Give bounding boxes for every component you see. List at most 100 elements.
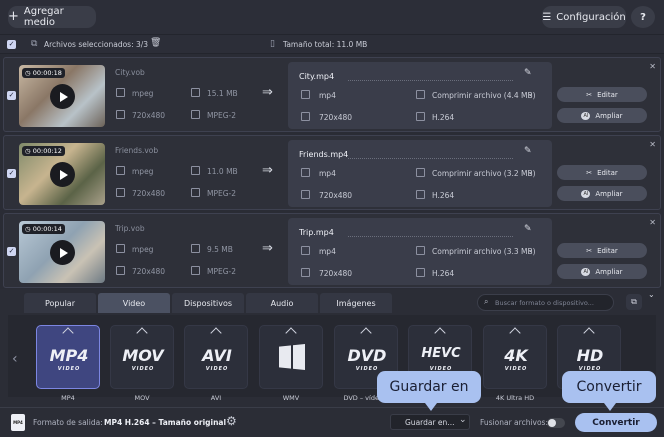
format-tile-mp4[interactable]: MP4 VIDEO bbox=[36, 325, 100, 389]
close-icon[interactable]: ✕ bbox=[649, 62, 656, 71]
tab-popular[interactable]: Popular bbox=[24, 293, 96, 313]
resolution-icon bbox=[116, 110, 125, 119]
file-checkbox[interactable]: ✓ bbox=[7, 169, 16, 178]
ai-icon: AI bbox=[581, 267, 591, 276]
settings-button[interactable]: ☰ Configuración bbox=[542, 6, 626, 28]
source-size: 15.1 MB bbox=[207, 89, 238, 98]
device-detect-icon[interactable]: ⧉ bbox=[626, 294, 642, 310]
format-sub: VIDEO bbox=[131, 366, 155, 372]
output-resolution: 720x480 bbox=[319, 269, 353, 278]
format-tile-avi[interactable]: AVI VIDEO bbox=[184, 325, 248, 389]
file-row: ✓ ◷ 00:00:18 City.vob mpeg 15.1 MB 720x4… bbox=[3, 57, 661, 132]
convert-arrow-icon: ⇒ bbox=[262, 85, 273, 100]
tooltip-text: Convertir bbox=[576, 379, 642, 395]
output-format-label: Formato de salida: bbox=[33, 418, 103, 427]
plus-icon: + bbox=[8, 9, 19, 24]
enhance-button[interactable]: AI Ampliar bbox=[557, 108, 647, 123]
chevron-down-icon[interactable]: ⌄ bbox=[527, 167, 534, 176]
play-icon[interactable] bbox=[50, 162, 75, 187]
output-filename[interactable]: City.mp4 bbox=[299, 72, 334, 81]
output-filename[interactable]: Friends.mp4 bbox=[299, 150, 348, 159]
play-icon[interactable] bbox=[50, 84, 75, 109]
merge-toggle[interactable] bbox=[547, 418, 565, 428]
scissors-icon: ✂ bbox=[586, 90, 593, 99]
source-filename: Friends.vob bbox=[115, 146, 159, 155]
output-compress[interactable]: Comprimir archivo (3.3 MB) bbox=[432, 247, 536, 256]
gear-icon[interactable]: ⚙ bbox=[226, 414, 237, 428]
video-thumbnail[interactable]: ◷ 00:00:18 bbox=[19, 65, 105, 127]
pencil-icon[interactable]: ✎ bbox=[524, 224, 532, 234]
format-tile-wmv[interactable] bbox=[259, 325, 323, 389]
trash-icon[interactable]: 🗑 bbox=[150, 38, 161, 48]
add-media-button[interactable]: + Agregar medio bbox=[8, 6, 96, 28]
output-format-icon[interactable]: MP4 bbox=[11, 414, 25, 431]
tab-images[interactable]: Imágenes bbox=[320, 293, 392, 313]
format-tile-4k-ultra-hd[interactable]: 4K VIDEO bbox=[483, 325, 547, 389]
compress-icon bbox=[416, 90, 425, 99]
tab-video[interactable]: Video bbox=[98, 293, 170, 313]
source-resolution: 720x480 bbox=[132, 267, 166, 276]
source-filename: City.vob bbox=[115, 68, 145, 77]
source-codec: MPEG-2 bbox=[207, 267, 237, 276]
tab-label: Audio bbox=[270, 298, 294, 308]
play-icon[interactable] bbox=[50, 240, 75, 265]
toggle-knob bbox=[548, 419, 556, 427]
container-icon bbox=[301, 168, 310, 177]
sliders-icon: ☰ bbox=[542, 11, 552, 23]
chevron-down-icon[interactable]: ⌄ bbox=[527, 89, 534, 98]
tooltip-text: Guardar en bbox=[389, 379, 469, 395]
container-icon bbox=[116, 244, 125, 253]
output-compress[interactable]: Comprimir archivo (3.2 MB) bbox=[432, 169, 536, 178]
resolution-icon bbox=[301, 190, 310, 199]
file-checkbox[interactable]: ✓ bbox=[7, 91, 16, 100]
duration: 00:00:12 bbox=[32, 147, 62, 155]
tab-devices[interactable]: Dispositivos bbox=[172, 293, 244, 313]
tab-label: Video bbox=[122, 298, 146, 308]
help-button[interactable]: ? bbox=[631, 6, 655, 28]
select-all-checkbox[interactable]: ✓ bbox=[7, 40, 16, 49]
edit-button[interactable]: ✂ Editar bbox=[557, 87, 647, 102]
add-media-label: Agregar medio bbox=[23, 6, 64, 28]
file-row: ✓ ◷ 00:00:12 Friends.vob mpeg 11.0 MB 72… bbox=[3, 135, 661, 210]
format-logo: HEVC bbox=[421, 346, 461, 361]
save-location-value: Guardar en... bbox=[405, 418, 455, 427]
pencil-icon[interactable]: ✎ bbox=[524, 146, 532, 156]
close-icon[interactable]: ✕ bbox=[649, 140, 656, 149]
codec-icon bbox=[416, 112, 425, 121]
tab-label: Popular bbox=[45, 298, 75, 308]
chevron-down-icon[interactable]: ⌄ bbox=[527, 245, 534, 254]
save-in-tooltip: Guardar en bbox=[377, 371, 481, 403]
edit-button[interactable]: ✂ Editar bbox=[557, 165, 647, 180]
close-icon[interactable]: ✕ bbox=[649, 218, 656, 227]
chevron-left-icon[interactable]: ‹ bbox=[12, 351, 18, 367]
app-window: + Agregar medio ☰ Configuración ? ✓ ⧉ Ar… bbox=[0, 0, 664, 437]
pencil-icon[interactable]: ✎ bbox=[524, 68, 532, 78]
ai-icon: AI bbox=[581, 111, 591, 120]
files-icon: ⧉ bbox=[31, 39, 38, 49]
output-codec: H.264 bbox=[432, 191, 455, 200]
video-thumbnail[interactable]: ◷ 00:00:14 bbox=[19, 221, 105, 283]
format-logo: MOV bbox=[122, 346, 164, 365]
video-thumbnail[interactable]: ◷ 00:00:12 bbox=[19, 143, 105, 205]
tooltip-pointer bbox=[425, 403, 437, 411]
format-tile-mov[interactable]: MOV VIDEO bbox=[110, 325, 174, 389]
tab-audio[interactable]: Audio bbox=[246, 293, 318, 313]
collapse-chevron-icon[interactable]: ⌄ bbox=[648, 290, 655, 299]
output-resolution: 720x480 bbox=[319, 191, 353, 200]
source-filename: Trip.vob bbox=[115, 224, 145, 233]
output-compress[interactable]: Comprimir archivo (4.4 MB) bbox=[432, 91, 536, 100]
convert-button[interactable]: Convertir bbox=[575, 413, 657, 432]
duration-badge: ◷ 00:00:12 bbox=[22, 146, 65, 156]
chevron-up-icon bbox=[583, 327, 595, 339]
format-search[interactable]: ⌕ Buscar formato o dispositivo... bbox=[477, 294, 614, 311]
file-checkbox[interactable]: ✓ bbox=[7, 247, 16, 256]
edit-button[interactable]: ✂ Editar bbox=[557, 243, 647, 258]
settings-label: Configuración bbox=[556, 11, 626, 23]
enhance-label: Ampliar bbox=[595, 267, 623, 276]
format-label: MP4 bbox=[61, 394, 75, 402]
enhance-button[interactable]: AI Ampliar bbox=[557, 264, 647, 279]
enhance-button[interactable]: AI Ampliar bbox=[557, 186, 647, 201]
output-filename[interactable]: Trip.mp4 bbox=[299, 228, 334, 237]
save-location-dropdown[interactable]: Guardar en... ⌄ bbox=[390, 414, 470, 430]
chevron-up-icon bbox=[210, 327, 222, 339]
